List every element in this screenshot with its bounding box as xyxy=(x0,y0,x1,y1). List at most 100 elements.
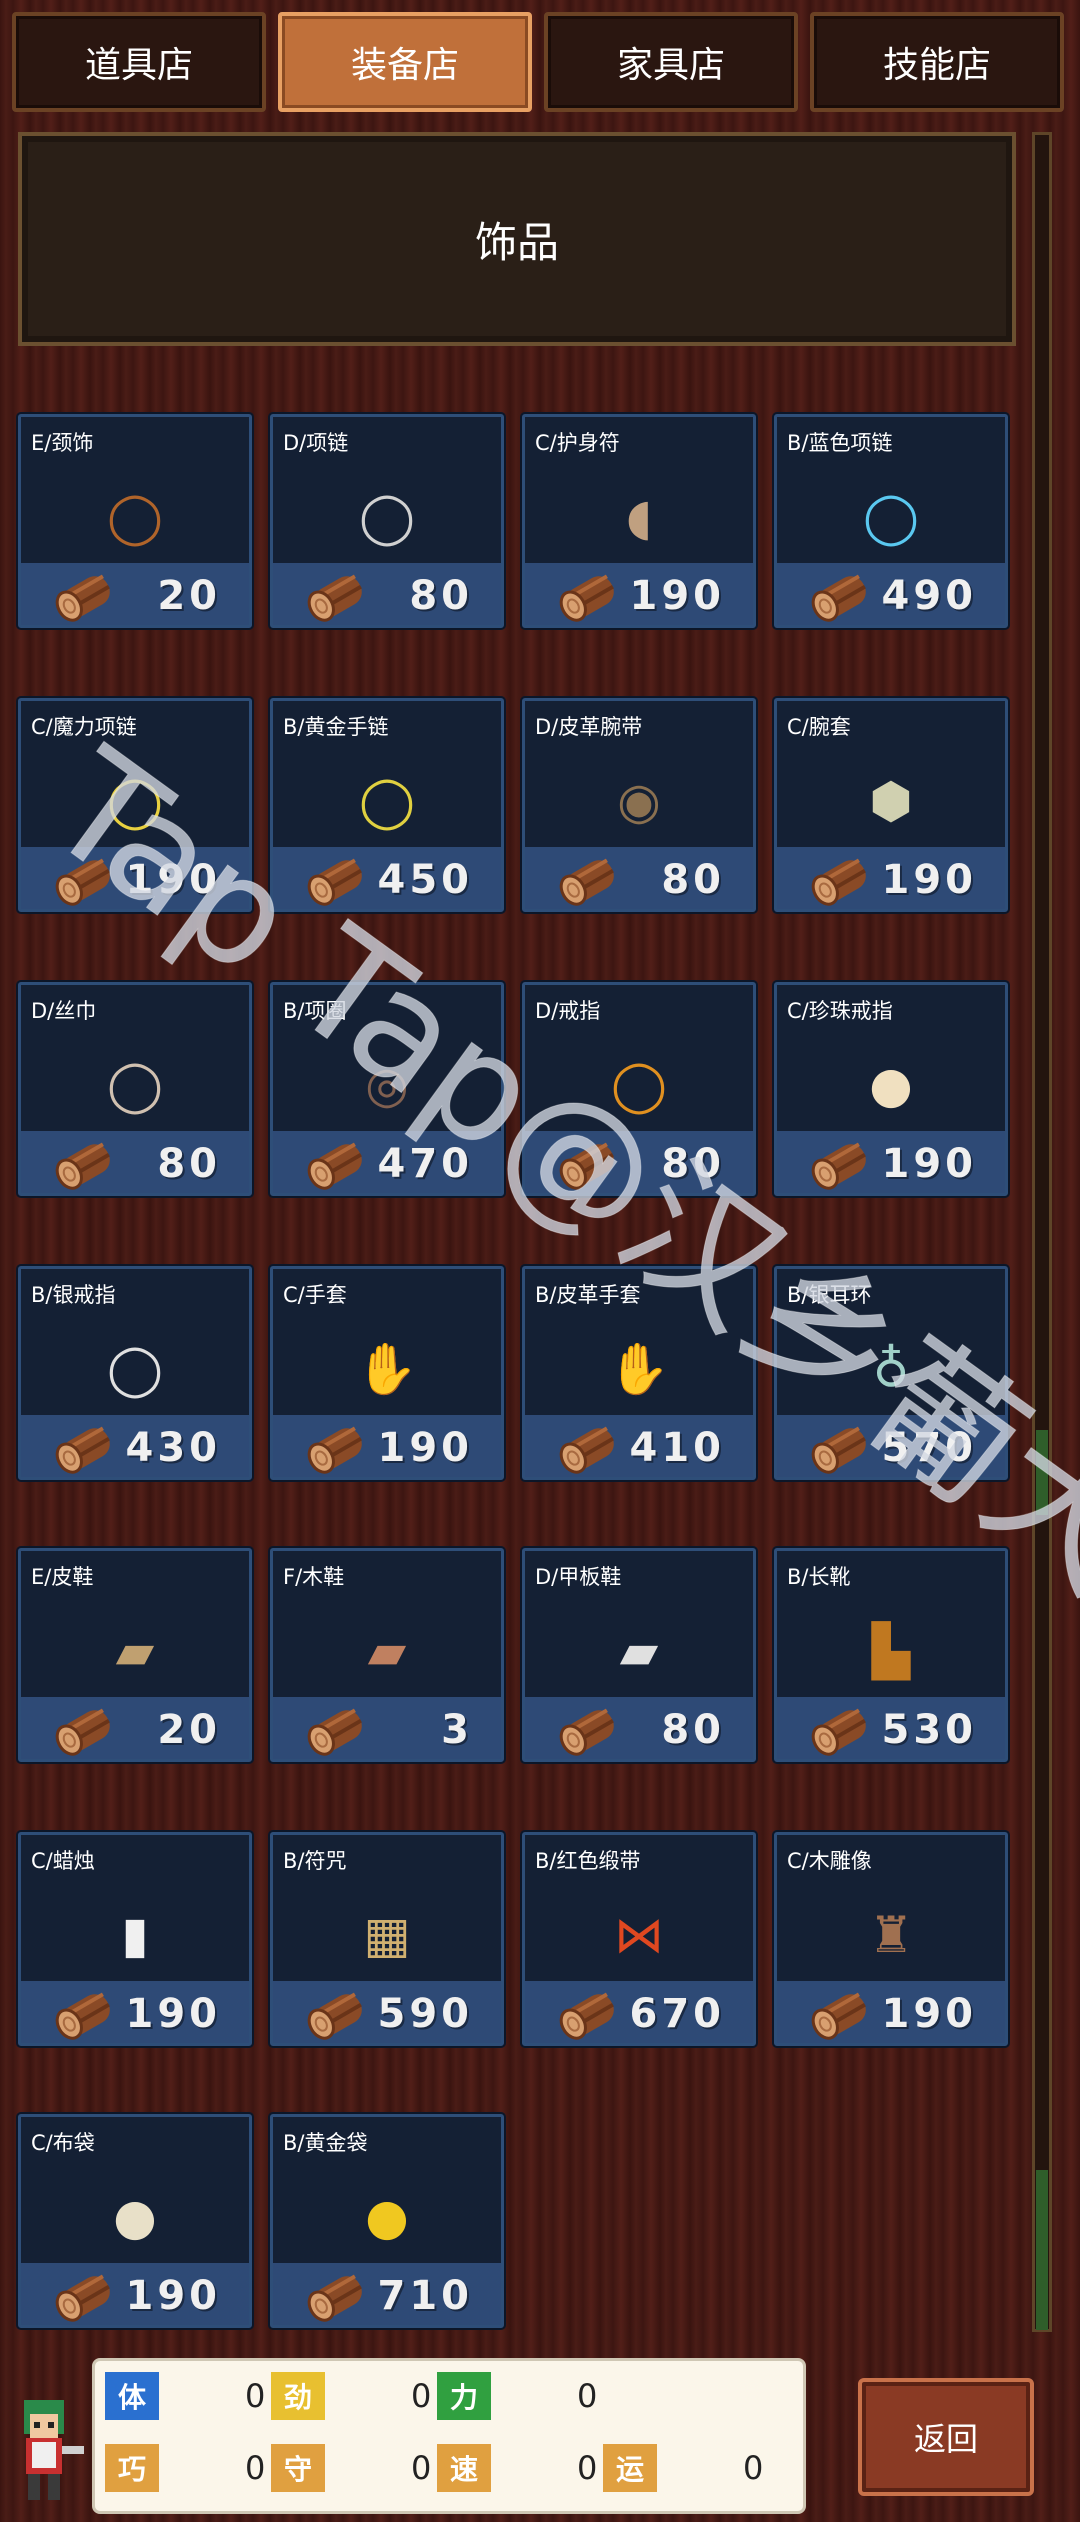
wood-currency-icon xyxy=(811,1142,866,1190)
price-bar: 410 xyxy=(525,1415,753,1477)
item-price: 190 xyxy=(125,857,221,903)
price-bar: 190 xyxy=(777,1981,1005,2043)
wood-currency-icon xyxy=(307,2274,362,2322)
tab-skill-shop[interactable]: 技能店 xyxy=(810,12,1064,112)
wood-currency-icon xyxy=(811,858,866,906)
item-price: 190 xyxy=(881,1991,977,2037)
shop-item-card[interactable]: B/银戒指 ◯ 430 xyxy=(18,1266,252,1480)
shop-item-card[interactable]: B/符咒 ▦ 590 xyxy=(270,1832,504,2046)
scarf-icon: ◯ xyxy=(107,1056,163,1114)
shop-item-card[interactable]: B/银耳环 ♁ 570 xyxy=(774,1266,1008,1480)
shop-item-card[interactable]: D/甲板鞋 ▰ 80 xyxy=(522,1548,756,1762)
item-name: B/银戒指 xyxy=(31,1283,116,1307)
item-name: E/皮鞋 xyxy=(31,1565,94,1589)
item-price: 450 xyxy=(377,857,473,903)
wood-currency-icon xyxy=(307,1708,362,1756)
tab-furniture-shop[interactable]: 家具店 xyxy=(544,12,798,112)
wood-currency-icon xyxy=(811,574,866,622)
tab-label: 技能店 xyxy=(882,45,991,86)
price-bar: 190 xyxy=(777,1131,1005,1193)
shop-item-card[interactable]: B/长靴 ▙ 530 xyxy=(774,1548,1008,1762)
leather-wristband-icon: ◉ xyxy=(617,772,661,830)
shop-item-card[interactable]: D/皮革腕带 ◉ 80 xyxy=(522,698,756,912)
stat-value: 0 xyxy=(245,2449,266,2487)
item-name: B/皮革手套 xyxy=(535,1283,641,1307)
shop-item-card[interactable]: B/项圈 ◎ 470 xyxy=(270,982,504,1196)
shop-item-card[interactable]: B/黄金袋 ● 710 xyxy=(270,2114,504,2328)
shop-item-card[interactable]: B/皮革手套 ✋ 410 xyxy=(522,1266,756,1480)
item-name: B/黄金袋 xyxy=(283,2131,368,2155)
item-name: C/木雕像 xyxy=(787,1849,872,1873)
wood-currency-icon xyxy=(811,1708,866,1756)
shop-item-card[interactable]: E/颈饰 ◯ 20 xyxy=(18,414,252,628)
tab-label: 道具店 xyxy=(84,45,193,86)
shop-item-card[interactable]: B/蓝色项链 ◯ 490 xyxy=(774,414,1008,628)
stat-badge-icon: 劲 xyxy=(271,2372,325,2420)
shop-item-card[interactable]: C/珍珠戒指 ● 190 xyxy=(774,982,1008,1196)
shop-item-card[interactable]: D/丝巾 ◯ 80 xyxy=(18,982,252,1196)
item-name: D/丝巾 xyxy=(31,999,97,1023)
gold-bracelet-icon: ◯ xyxy=(359,772,415,830)
item-name: C/珍珠戒指 xyxy=(787,999,893,1023)
shop-item-card[interactable]: C/蜡烛 ▮ 190 xyxy=(18,1832,252,2046)
wood-currency-icon xyxy=(559,574,614,622)
wood-currency-icon xyxy=(55,1426,110,1474)
tab-item-shop[interactable]: 道具店 xyxy=(12,12,266,112)
stat-item: 劲 xyxy=(271,2371,325,2421)
price-bar: 490 xyxy=(777,563,1005,625)
leather-necklace-icon: ◯ xyxy=(107,488,163,546)
silver-ring-icon: ◯ xyxy=(107,1340,163,1398)
shop-item-card[interactable]: D/戒指 ◯ 80 xyxy=(522,982,756,1196)
item-name: C/腕套 xyxy=(787,715,851,739)
blue-necklace-icon: ◯ xyxy=(863,488,919,546)
item-name: B/长靴 xyxy=(787,1565,851,1589)
wood-currency-icon xyxy=(559,1708,614,1756)
wrist-guard-icon: ⬢ xyxy=(869,772,913,830)
price-bar: 80 xyxy=(525,847,753,909)
shop-item-card[interactable]: D/项链 ◯ 80 xyxy=(270,414,504,628)
magic-necklace-icon: ◯ xyxy=(107,772,163,830)
wood-currency-icon xyxy=(559,1142,614,1190)
shop-item-card[interactable]: C/木雕像 ♜ 190 xyxy=(774,1832,1008,2046)
price-bar: 190 xyxy=(777,847,1005,909)
shop-item-card[interactable]: E/皮鞋 ▰ 20 xyxy=(18,1548,252,1762)
stat-badge-icon: 守 xyxy=(271,2444,325,2492)
item-price: 3 xyxy=(441,1707,473,1753)
wood-currency-icon xyxy=(55,858,110,906)
item-price: 190 xyxy=(377,1425,473,1471)
item-price: 190 xyxy=(125,1991,221,2037)
red-ribbon-icon: ⋈ xyxy=(614,1906,664,1964)
item-name: D/项链 xyxy=(283,431,349,455)
item-price: 430 xyxy=(125,1425,221,1471)
tab-equipment-shop[interactable]: 装备店 xyxy=(278,12,532,112)
shop-item-card[interactable]: C/手套 ✋ 190 xyxy=(270,1266,504,1480)
item-price: 80 xyxy=(661,1707,725,1753)
back-button[interactable]: 返回 xyxy=(858,2378,1034,2496)
price-bar: 530 xyxy=(777,1697,1005,1759)
item-price: 190 xyxy=(629,573,725,619)
item-price: 590 xyxy=(377,1991,473,2037)
shop-tabs: 道具店 装备店 家具店 技能店 xyxy=(12,12,1072,118)
price-bar: 710 xyxy=(273,2263,501,2325)
shop-item-card[interactable]: C/布袋 ● 190 xyxy=(18,2114,252,2328)
scrollbar-thumb[interactable] xyxy=(1036,1430,1048,1515)
shop-item-card[interactable]: B/红色缎带 ⋈ 670 xyxy=(522,1832,756,2046)
wood-currency-icon xyxy=(307,574,362,622)
item-price: 570 xyxy=(881,1425,977,1471)
item-name: B/符咒 xyxy=(283,1849,347,1873)
wood-currency-icon xyxy=(55,2274,110,2322)
item-price: 470 xyxy=(377,1141,473,1187)
stats-panel: 体0劲0力0巧0守0速0运0 xyxy=(92,2358,806,2514)
pearl-ring-icon: ● xyxy=(869,1056,913,1114)
shop-item-card[interactable]: F/木鞋 ▰ 3 xyxy=(270,1548,504,1762)
stat-value: 0 xyxy=(411,2377,432,2415)
item-price: 490 xyxy=(881,573,977,619)
shop-item-card[interactable]: C/腕套 ⬢ 190 xyxy=(774,698,1008,912)
shop-item-card[interactable]: C/魔力项链 ◯ 190 xyxy=(18,698,252,912)
shop-item-card[interactable]: B/黄金手链 ◯ 450 xyxy=(270,698,504,912)
scrollbar-track[interactable] xyxy=(1032,132,1052,2332)
price-bar: 3 xyxy=(273,1697,501,1759)
shop-item-card[interactable]: C/护身符 ◖ 190 xyxy=(522,414,756,628)
candle-icon: ▮ xyxy=(121,1906,149,1964)
item-price: 190 xyxy=(881,857,977,903)
